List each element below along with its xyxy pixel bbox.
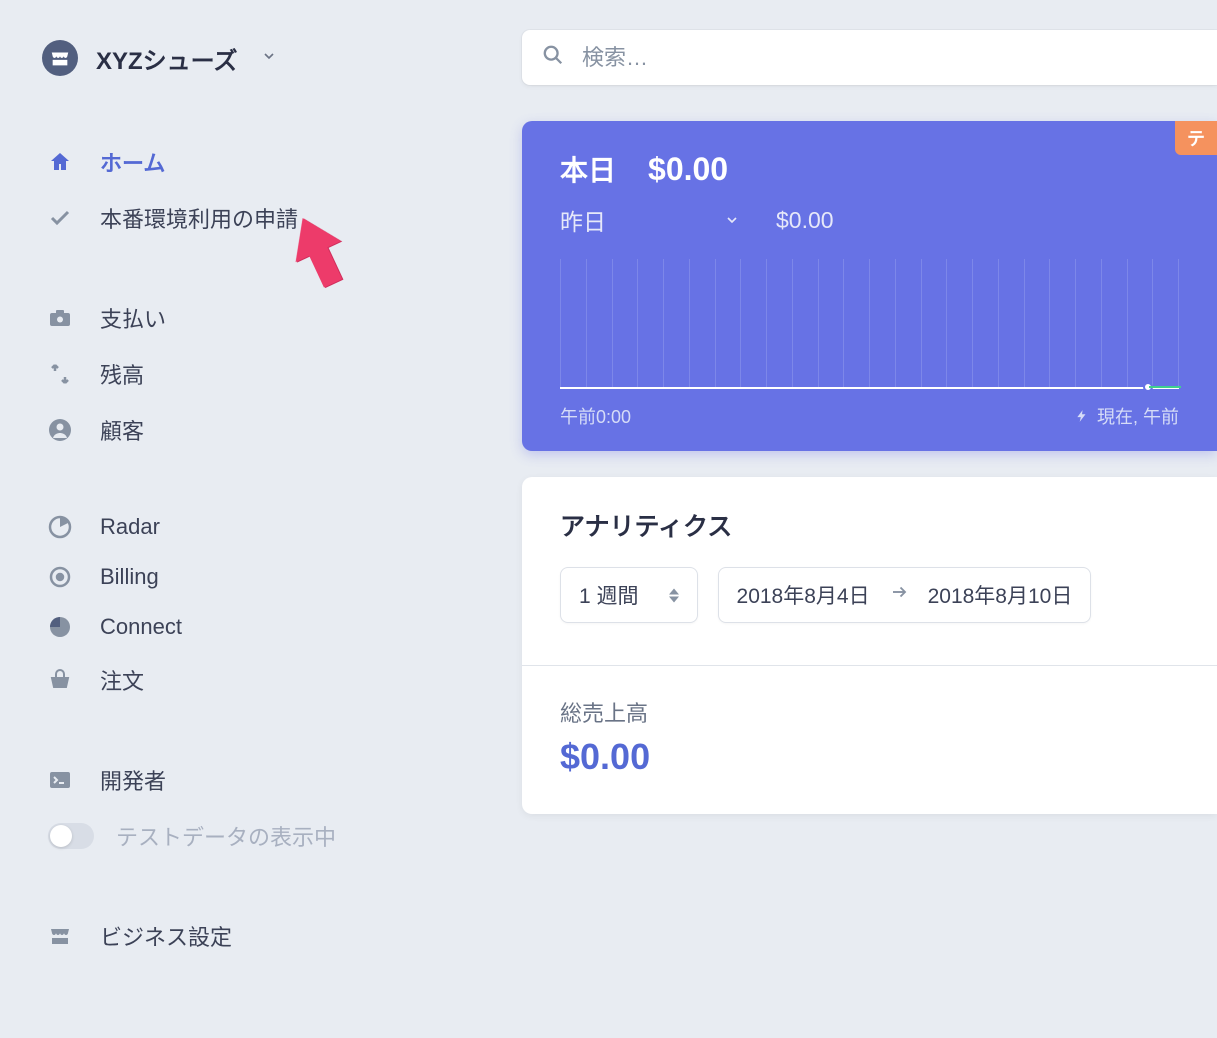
chart-now-label: 現在, 午前 [1075,403,1179,429]
store-avatar-icon [42,40,78,76]
nav-label: Connect [100,614,182,640]
search-input[interactable] [582,45,1197,71]
chart-compare-line-icon [1149,386,1181,388]
nav-label: ホーム [100,146,165,178]
date-to: 2018年8月10日 [928,580,1073,610]
basket-icon [48,668,72,692]
bolt-icon [1075,409,1089,423]
metric-label: 総売上高 [560,696,1179,728]
nav-developers[interactable]: 開発者 [42,752,440,808]
metric-value: $0.00 [560,736,1179,778]
account-switcher[interactable]: XYZシューズ [42,40,440,76]
nav-billing[interactable]: Billing [42,552,440,602]
toggle-label: テストデータの表示中 [116,820,336,852]
testdata-toggle[interactable]: テストデータの表示中 [42,808,440,864]
account-name: XYZシューズ [96,41,237,76]
nav-label: 注文 [100,664,144,696]
nav-label: 支払い [100,302,166,334]
nav-label: 開発者 [100,764,166,796]
analytics-title: アナリティクス [560,507,1179,543]
compare-amount: $0.00 [776,207,834,234]
today-amount: $0.00 [648,151,728,188]
nav-orders[interactable]: 注文 [42,652,440,708]
date-from: 2018年8月4日 [737,580,870,610]
camera-icon [48,306,72,330]
search-icon [542,44,564,71]
nav-settings[interactable]: ビジネス設定 [42,908,440,964]
billing-icon [48,565,72,589]
compare-period-select[interactable]: 昨日 [560,203,740,237]
chevron-down-icon [724,212,740,228]
today-label: 本日 [560,149,616,189]
checkmark-icon [48,206,72,230]
nav-home[interactable]: ホーム [42,134,440,190]
analytics-card: アナリティクス 1 週間 2018年8月4日 2018年8月10日 総売上高 $… [522,477,1217,814]
home-icon [48,150,72,174]
user-icon [48,418,72,442]
nav-label: Billing [100,564,159,590]
nav-customers[interactable]: 顧客 [42,402,440,458]
search-bar[interactable] [522,30,1217,85]
nav-label: Radar [100,514,160,540]
toggle-switch-icon[interactable] [48,823,94,849]
nav-payments[interactable]: 支払い [42,290,440,346]
connect-icon [48,615,72,639]
chart-start-label: 午前0:00 [560,403,631,429]
date-range-select[interactable]: 2018年8月4日 2018年8月10日 [718,567,1092,623]
nav-balance[interactable]: 残高 [42,346,440,402]
today-overview-card: テ 本日 $0.00 昨日 $0.00 [522,121,1217,451]
sort-icon [669,588,679,603]
period-select[interactable]: 1 週間 [560,567,698,623]
store-settings-icon [48,924,72,948]
transfer-icon [48,362,72,386]
nav-activate[interactable]: 本番環境利用の申請 [42,190,440,246]
test-badge: テ [1175,121,1217,155]
nav-label: 顧客 [100,414,144,446]
nav-label: 残高 [100,358,144,390]
chevron-down-icon [261,48,277,69]
today-chart [560,259,1179,389]
arrow-right-icon [890,583,908,607]
radar-icon [48,515,72,539]
terminal-icon [48,768,72,792]
nav-connect[interactable]: Connect [42,602,440,652]
compare-label: 昨日 [560,203,606,237]
period-value: 1 週間 [579,580,639,610]
nav-radar[interactable]: Radar [42,502,440,552]
nav-label: ビジネス設定 [100,920,232,952]
